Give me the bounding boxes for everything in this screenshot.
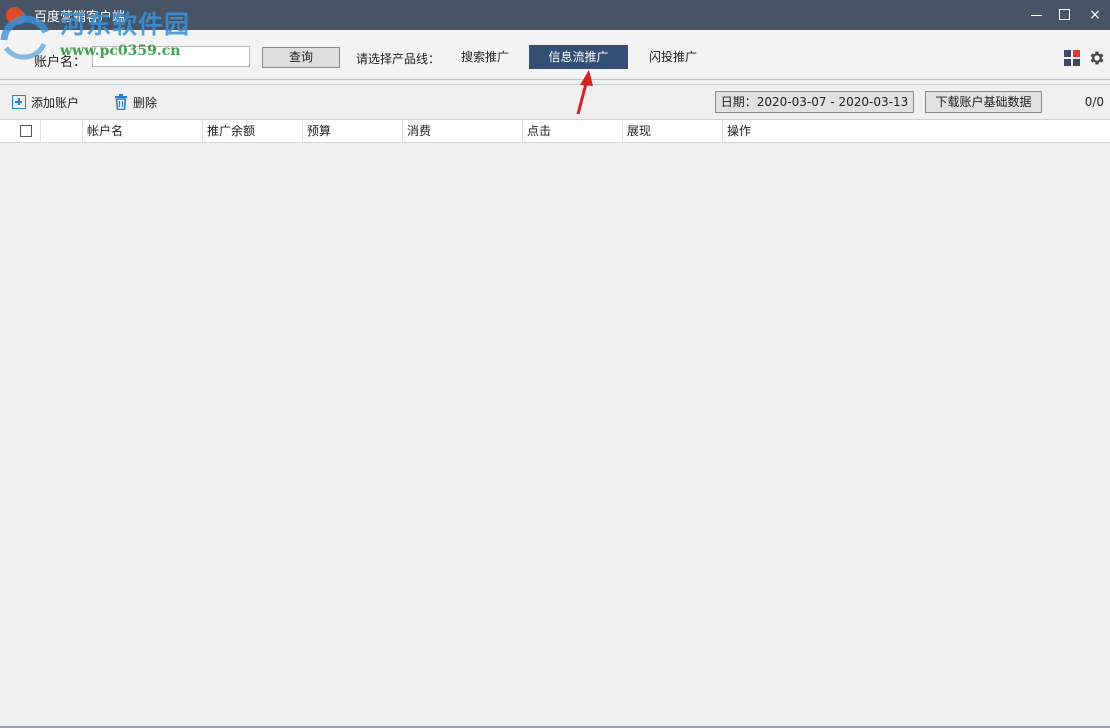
tab-search-promotion[interactable]: 搜索推广 [450, 45, 520, 69]
trash-icon [115, 94, 127, 110]
grid-menu-icon[interactable] [1064, 50, 1081, 67]
divider [0, 79, 1110, 80]
add-account-button[interactable]: 添加账户 [12, 93, 79, 111]
watermark-url: www.pc0359.cn [60, 43, 181, 59]
maximize-button[interactable] [1055, 5, 1075, 25]
toolbar: 添加账户 删除 日期：2020-03-07 - 2020-03-13 下载账户基… [0, 85, 1110, 119]
column-header-impressions[interactable]: 展现 [622, 120, 722, 143]
delete-button[interactable]: 删除 [114, 93, 157, 111]
annotation-arrow-icon [576, 70, 593, 115]
maximize-icon [1059, 9, 1070, 20]
select-all-cell [0, 120, 40, 143]
column-header-blank [40, 120, 82, 143]
column-header-account[interactable]: 帐户名 [82, 120, 202, 143]
query-button[interactable]: 查询 [262, 47, 340, 68]
select-all-checkbox[interactable] [20, 125, 32, 137]
column-header-budget[interactable]: 预算 [302, 120, 402, 143]
tab-flash-promotion[interactable]: 闪投推广 [638, 45, 708, 69]
gear-icon[interactable] [1088, 49, 1106, 67]
column-header-clicks[interactable]: 点击 [522, 120, 622, 143]
watermark: 河东软件园 www.pc0359.cn [0, 0, 220, 70]
add-icon [12, 95, 26, 109]
column-header-balance[interactable]: 推广余额 [202, 120, 302, 143]
table-header: 帐户名 推广余额 预算 消费 点击 展现 操作 [0, 119, 1110, 143]
minimize-icon [1031, 15, 1042, 16]
column-header-actions: 操作 [722, 120, 1110, 143]
delete-label: 删除 [133, 95, 158, 110]
page-count: 0/0 [1084, 95, 1104, 109]
product-line-label: 请选择产品线： [356, 52, 441, 66]
add-account-label: 添加账户 [31, 95, 80, 110]
watermark-text: 河东软件园 [60, 10, 191, 39]
date-range-button[interactable]: 日期：2020-03-07 - 2020-03-13 [715, 91, 914, 113]
watermark-logo-icon [0, 15, 50, 60]
minimize-button[interactable] [1027, 5, 1047, 25]
close-icon: × [1089, 7, 1101, 23]
table-body [0, 143, 1110, 726]
column-header-spend[interactable]: 消费 [402, 120, 522, 143]
close-button[interactable]: × [1085, 5, 1105, 25]
download-data-button[interactable]: 下载账户基础数据 [925, 91, 1042, 113]
